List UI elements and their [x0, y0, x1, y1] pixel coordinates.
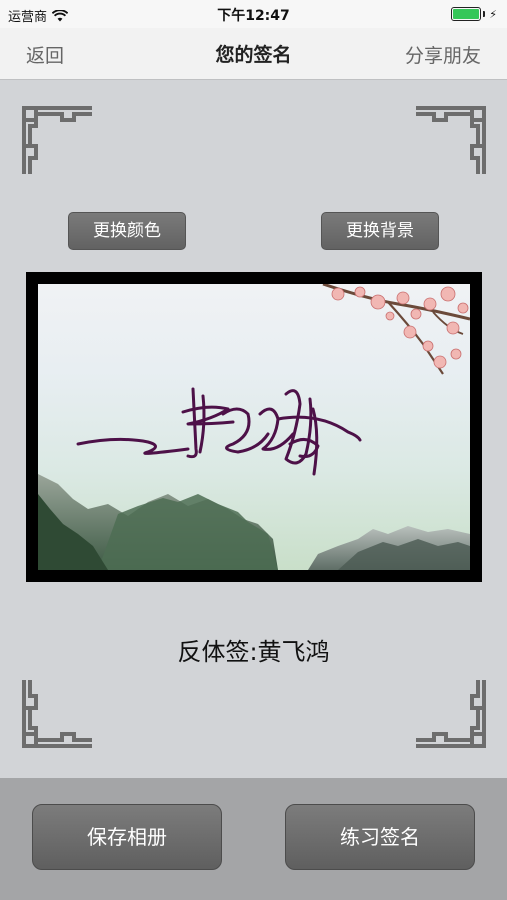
bottom-action-bar: 保存相册 练习签名 [0, 778, 507, 900]
battery-icon [451, 7, 482, 21]
share-friends-button[interactable]: 分享朋友 [405, 41, 481, 68]
battery-fill [453, 9, 480, 19]
save-to-album-button[interactable]: 保存相册 [32, 804, 222, 870]
corner-ornament-top-right [414, 106, 486, 176]
signature-canvas [38, 284, 470, 570]
signature-caption: 反体签:黄飞鸿 [177, 638, 330, 666]
change-color-button[interactable]: 更换颜色 [68, 212, 186, 250]
change-background-button[interactable]: 更换背景 [321, 212, 439, 250]
status-time: 下午12:47 [217, 8, 290, 24]
signature-strokes [76, 387, 362, 476]
battery-indicator: ⚡ [451, 7, 497, 21]
practice-signature-button[interactable]: 练习签名 [285, 804, 475, 870]
corner-ornament-top-left [22, 106, 94, 176]
corner-ornament-bottom-right [414, 678, 486, 748]
charging-icon: ⚡ [489, 7, 497, 21]
status-bar: 运营商 下午12:47 ⚡ [0, 0, 507, 28]
corner-ornament-bottom-left [22, 678, 94, 748]
signature-frame [26, 272, 482, 582]
navigation-bar: 返回 您的签名 分享朋友 [0, 28, 507, 80]
